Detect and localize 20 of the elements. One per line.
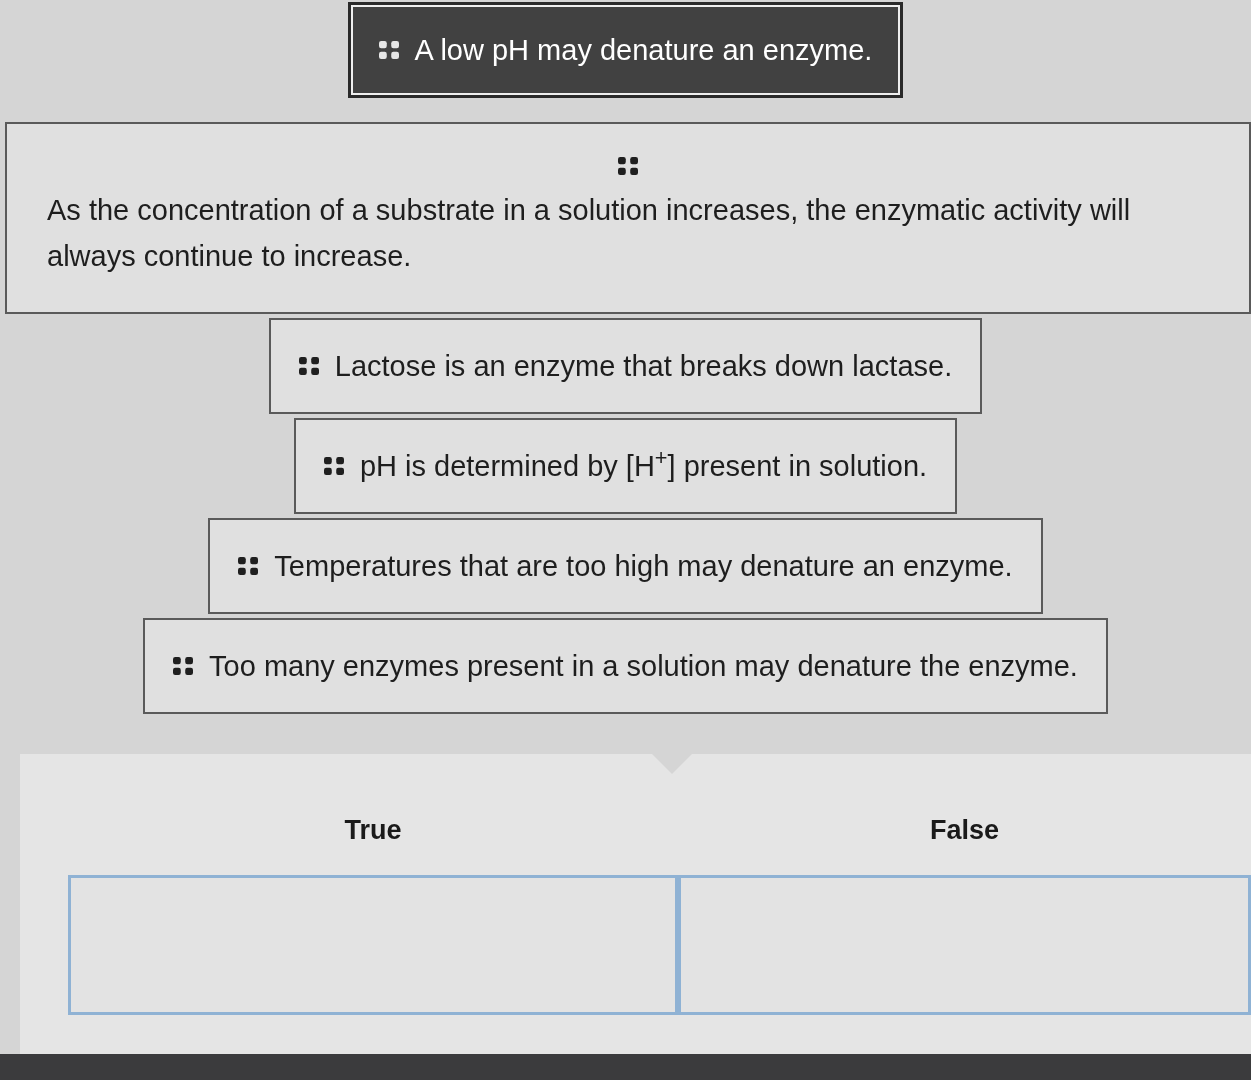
statement-card[interactable]: A low pH may denature an enzyme. — [347, 2, 904, 98]
category-label: False — [929, 814, 999, 847]
statement-card[interactable]: Too many enzymes present in a solution may denature the enzyme. — [143, 618, 1108, 714]
grip-icon[interactable] — [618, 156, 638, 175]
statement-text: As the concentration of a substrate in a solution increases, the enzymatic activity will always continue to increase. — [47, 192, 1132, 274]
statement-text: Too many enzymes present in a solution may denature the enzyme. — [209, 648, 1078, 684]
statement-text: Temperatures that are too high may denature an enzyme. — [274, 548, 1013, 584]
statement-text: A low pH may denature an enzyme. — [414, 32, 873, 68]
grip-icon[interactable] — [238, 557, 259, 575]
statement-card[interactable]: Lactose is an enzyme that breaks down lactase. — [268, 318, 983, 414]
grip-icon[interactable] — [323, 457, 344, 475]
category-label: True — [344, 814, 402, 847]
statement-card[interactable]: Temperatures that are too high may denature an enzyme. — [208, 518, 1043, 614]
statement-text: pH is determined by [H$^{+}$] present in solution. — [359, 443, 928, 484]
grip-icon[interactable] — [173, 657, 194, 675]
grip-icon[interactable] — [378, 41, 399, 59]
grip-icon[interactable] — [298, 357, 319, 375]
statement-text: Lactose is an enzyme that breaks down lactase. — [334, 348, 953, 384]
statement-card[interactable]: pH is determined by [H$^{+}$] present in solution. — [293, 418, 958, 514]
statement-card[interactable]: As the concentration of a substrate in a solution increases, the enzymatic activity will always continue to increase. — [5, 122, 1251, 314]
